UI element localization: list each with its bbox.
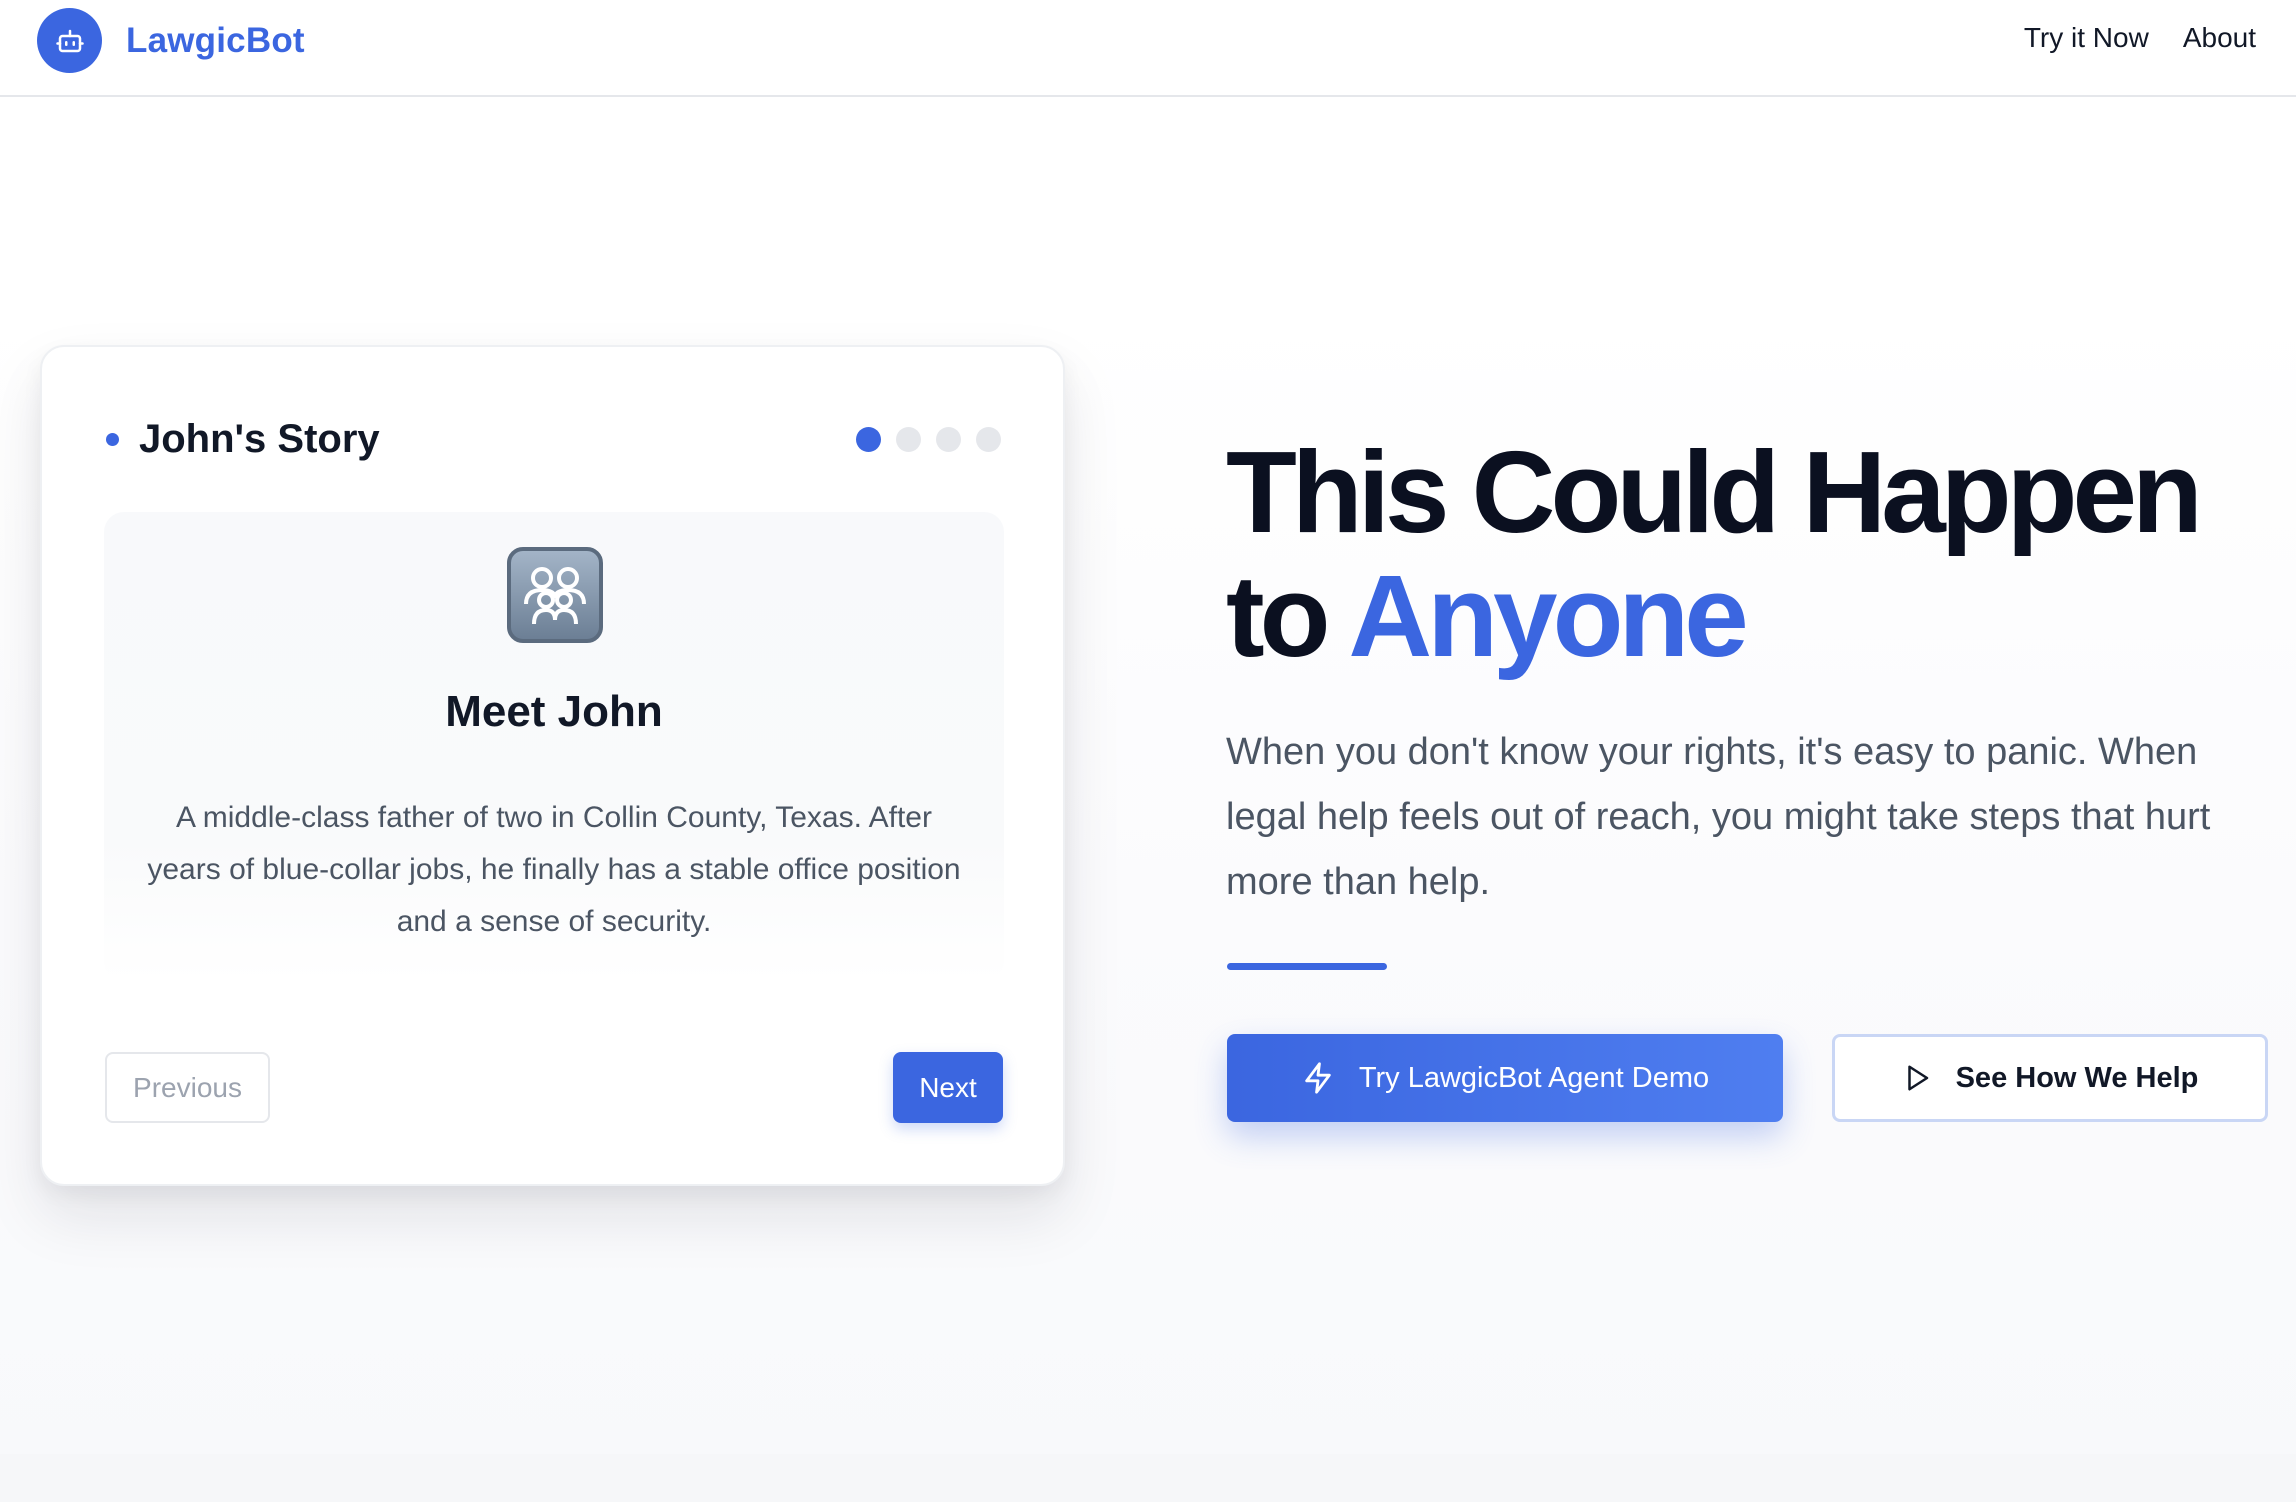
brand-logo[interactable]: LawgicBot xyxy=(37,8,305,73)
next-section-edge xyxy=(0,1454,2296,1502)
nav-about[interactable]: About xyxy=(2183,22,2256,54)
play-icon xyxy=(1902,1061,1932,1095)
previous-button[interactable]: Previous xyxy=(105,1052,270,1123)
bullet-dot xyxy=(106,433,119,446)
hero-subtitle: When you don't know your rights, it's ea… xyxy=(1226,731,2211,903)
story-card: John's Story Meet John A middle-class fa… xyxy=(40,345,1065,1186)
nav-try-it-now[interactable]: Try it Now xyxy=(2024,22,2149,54)
pager-dot-1[interactable] xyxy=(856,427,881,452)
see-how-we-help-button[interactable]: See How We Help xyxy=(1832,1034,2268,1122)
robot-icon xyxy=(37,8,102,73)
top-nav: Try it Now About xyxy=(2024,22,2256,54)
story-card-header: John's Story xyxy=(106,417,380,462)
next-button[interactable]: Next xyxy=(893,1052,1003,1123)
try-demo-button[interactable]: Try LawgicBot Agent Demo xyxy=(1227,1034,1783,1122)
header: LawgicBot Try it Now About xyxy=(0,0,2296,97)
try-demo-label: Try LawgicBot Agent Demo xyxy=(1358,1061,1710,1094)
story-panel: Meet John A middle-class father of two i… xyxy=(104,512,1004,982)
pager-dot-4[interactable] xyxy=(976,427,1001,452)
family-icon xyxy=(507,547,603,643)
lightning-icon xyxy=(1301,1060,1335,1096)
accent-divider xyxy=(1227,963,1387,970)
story-text: A middle-class father of two in Collin C… xyxy=(147,801,961,938)
hero-title-line1: This Could Happen xyxy=(1226,427,2203,557)
story-title: John's Story xyxy=(139,417,380,461)
story-heading: Meet John xyxy=(445,687,663,736)
page: LawgicBot Try it Now About John's Story xyxy=(0,0,2296,1502)
hero-title-accent: Anyone xyxy=(1348,551,1748,681)
hero-title: This Could Happen to Anyone xyxy=(1226,430,2266,678)
see-how-we-help-label: See How We Help xyxy=(1955,1061,2199,1094)
pager-dot-2[interactable] xyxy=(896,427,921,452)
brand-name: LawgicBot xyxy=(126,20,305,60)
pager-dot-3[interactable] xyxy=(936,427,961,452)
story-pager xyxy=(856,427,1001,452)
hero-title-prefix: to xyxy=(1226,551,1349,681)
